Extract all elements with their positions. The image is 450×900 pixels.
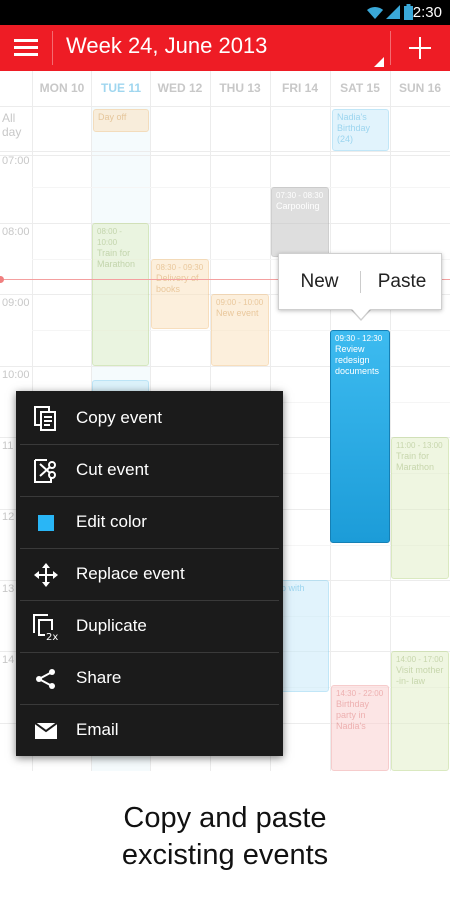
copy-icon [32,405,60,433]
menu-item-edit-color[interactable]: Edit color [16,497,283,548]
paste-button[interactable]: Paste [361,254,443,310]
all-day-event[interactable]: Day off [93,109,149,132]
menu-item-label: Copy event [76,408,162,427]
duplicate-icon: 2x [32,613,60,641]
event-title: Delivery of books [156,273,199,294]
event-time: 07:30 - 08:30 [276,191,324,200]
menu-item-copy-event[interactable]: Copy event [16,393,283,444]
new-button[interactable]: New [279,254,360,310]
day-header-sat[interactable]: SAT 15 [330,81,390,95]
menu-item-label: Cut event [76,460,149,479]
current-time-dot [0,276,4,283]
calendar-event[interactable]: 14:30 - 22:00 Birthday party in Nadia's [331,685,389,771]
day-header-mon[interactable]: MON 10 [32,81,92,95]
event-title: Train for Marathon [396,451,435,472]
calendar-event[interactable]: 08:30 - 09:30 Delivery of books [151,259,209,329]
menu-item-cut-event[interactable]: Cut event [16,445,283,496]
svg-text:2x: 2x [46,632,58,641]
menu-item-replace-event[interactable]: Replace event [16,549,283,600]
caption-line-2: excisting events [121,839,329,871]
week-title[interactable]: Week 24, June 2013 [66,33,267,59]
day-header-sun[interactable]: SUN 16 [390,81,450,95]
menu-item-label: Edit color [76,512,147,531]
menu-item-label: Duplicate [76,616,147,635]
event-time: 09:30 - 12:30 [335,334,383,343]
action-bar: Week 24, June 2013 [0,25,450,71]
event-time: 14:00 - 17:00 [396,655,444,664]
time-label: 13 [2,583,15,595]
event-title: Review redesign documents [335,344,380,376]
event-time: 14:30 - 22:00 [336,689,384,698]
move-arrows-icon [32,561,60,589]
promo-caption: Copy and paste excisting events [0,800,450,874]
menu-item-label: Replace event [76,564,185,583]
dropdown-corner-icon [374,57,384,67]
time-label: 11 [2,440,14,452]
time-label: 10:00 [2,369,30,381]
battery-icon [404,4,413,20]
event-time: 08:00 - 10:00 [97,227,122,247]
event-time: 08:30 - 09:30 [156,263,204,272]
all-day-event[interactable]: Nadia's Birthday (24) [332,109,389,151]
hamburger-icon [14,39,38,57]
menu-item-share[interactable]: Share [16,653,283,704]
event-time: 11:00 - 13:00 [396,441,443,450]
share-icon [32,665,60,693]
event-title: Visit mother -in- law [396,665,444,686]
time-label: 07:00 [2,155,30,167]
add-event-button[interactable] [390,25,450,71]
time-label: 08:00 [2,226,30,238]
event-title: New event [216,308,259,318]
status-bar: 2:30 [0,0,450,25]
day-header-wed[interactable]: WED 12 [150,81,210,95]
clock: 2:30 [412,4,442,21]
menu-item-email[interactable]: Email [16,705,283,756]
menu-item-label: Share [76,668,122,687]
email-icon [32,717,60,745]
calendar-event[interactable]: 09:00 - 10:00 New event [211,294,269,366]
event-title: Train for Marathon [97,248,136,269]
event-title: Birthday party in Nadia's [336,699,370,731]
wifi-icon [367,6,383,19]
event-context-menu: Copy event Cut event Edit color Replace … [16,391,283,756]
time-label: 14 [2,654,15,666]
day-header-tue[interactable]: TUE 11 [91,81,151,95]
calendar-event[interactable]: 14:00 - 17:00 Visit mother -in- law [391,651,449,771]
day-header-fri[interactable]: FRI 14 [270,81,330,95]
menu-item-label: Email [76,720,119,739]
popup-arrow [352,309,370,319]
selected-event[interactable]: 09:30 - 12:30 Review redesign documents [330,330,390,543]
time-label: 09:00 [2,297,30,309]
time-label: 12 [2,511,15,523]
calendar-event[interactable]: 07:30 - 08:30 Carpooling [271,187,329,257]
event-title: Day off [98,112,127,122]
all-day-label: All day [2,111,22,139]
calendar-event[interactable]: 11:00 - 13:00 Train for Marathon [391,437,449,579]
caption-line-1: Copy and paste [123,802,327,834]
signal-icon [386,5,400,19]
action-bar-divider [52,31,53,65]
color-square-icon [32,509,60,537]
plus-icon [409,37,431,59]
new-paste-popup: New Paste [278,253,442,310]
day-header-thu[interactable]: THU 13 [210,81,270,95]
menu-button[interactable] [0,25,52,71]
event-title: Nadia's Birthday (24) [337,112,371,144]
event-title: Carpooling [276,201,320,211]
menu-item-duplicate[interactable]: 2x Duplicate [16,601,283,652]
cut-icon [32,457,60,485]
event-time: 09:00 - 10:00 [216,298,264,307]
calendar-event[interactable]: 08:00 - 10:00 Train for Marathon [92,223,149,366]
